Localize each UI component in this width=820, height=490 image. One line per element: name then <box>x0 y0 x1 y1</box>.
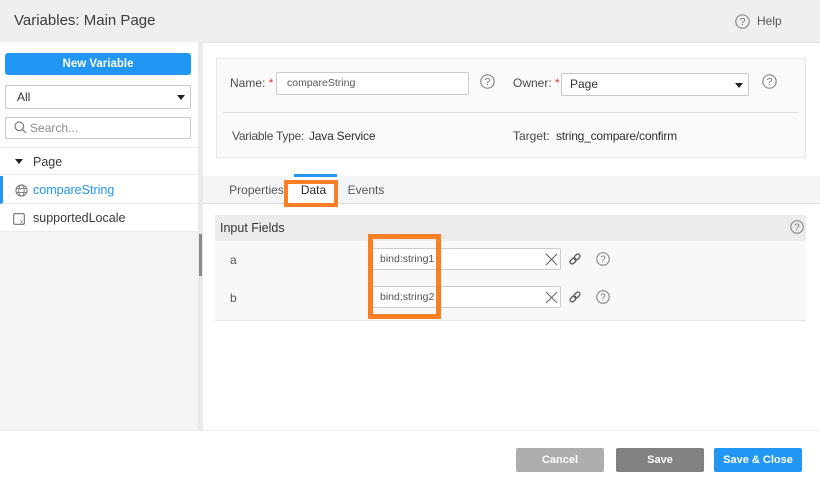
svg-text:?: ? <box>740 16 746 28</box>
svg-text:?: ? <box>485 76 491 88</box>
svg-text:?: ? <box>794 222 800 233</box>
svg-text:?: ? <box>600 292 606 303</box>
svg-text:?: ? <box>600 254 606 265</box>
svg-text:?: ? <box>767 76 773 88</box>
